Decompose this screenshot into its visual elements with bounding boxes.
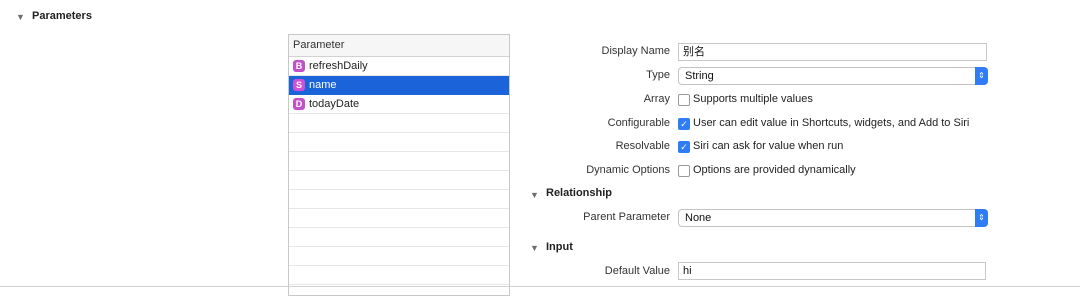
relationship-disclosure-icon[interactable]: ▼ [530,190,539,200]
array-checkbox[interactable] [678,94,690,106]
popup-chevron-icon: ⇕ [975,209,988,227]
divider [0,286,1080,287]
parent-parameter-value: None [685,212,712,224]
configurable-checkbox-label[interactable]: User can edit value in Shortcuts, widget… [693,117,969,129]
dynamic-options-checkbox[interactable] [678,165,690,177]
default-value-label: Default Value [604,265,670,277]
empty-row [289,228,509,247]
display-name-field[interactable]: 别名 [678,43,987,61]
empty-row [289,247,509,266]
configurable-checkbox[interactable]: ✓ [678,118,690,130]
section-title: Parameters [32,10,92,22]
resolvable-checkbox[interactable]: ✓ [678,141,690,153]
configurable-label: Configurable [607,117,670,129]
parent-parameter-popup[interactable]: None ⇕ [678,209,988,227]
empty-row [289,190,509,209]
resolvable-label: Resolvable [615,140,670,152]
input-title: Input [546,241,573,253]
date-type-icon: D [293,98,305,110]
boolean-type-icon: B [293,60,305,72]
resolvable-checkbox-label[interactable]: Siri can ask for value when run [693,140,843,152]
input-disclosure-icon[interactable]: ▼ [530,243,539,253]
parameter-label: name [309,79,337,91]
type-popup[interactable]: String ⇕ [678,67,988,85]
parent-parameter-label: Parent Parameter [583,211,670,223]
parameter-label: refreshDaily [309,60,368,72]
array-label: Array [643,93,670,105]
type-label: Type [646,69,670,81]
type-value: String [685,70,714,82]
relationship-title: Relationship [546,187,613,199]
dynamic-options-checkbox-label[interactable]: Options are provided dynamically [693,164,856,176]
popup-chevron-icon: ⇕ [975,67,988,85]
string-type-icon: S [293,79,305,91]
array-checkbox-label[interactable]: Supports multiple values [693,93,813,105]
dynamic-options-label: Dynamic Options [586,164,670,176]
default-value-field[interactable]: hi [678,262,986,280]
disclosure-triangle-icon[interactable]: ▼ [16,12,25,22]
parameter-label: todayDate [309,98,360,110]
display-name-label: Display Name [601,45,670,57]
